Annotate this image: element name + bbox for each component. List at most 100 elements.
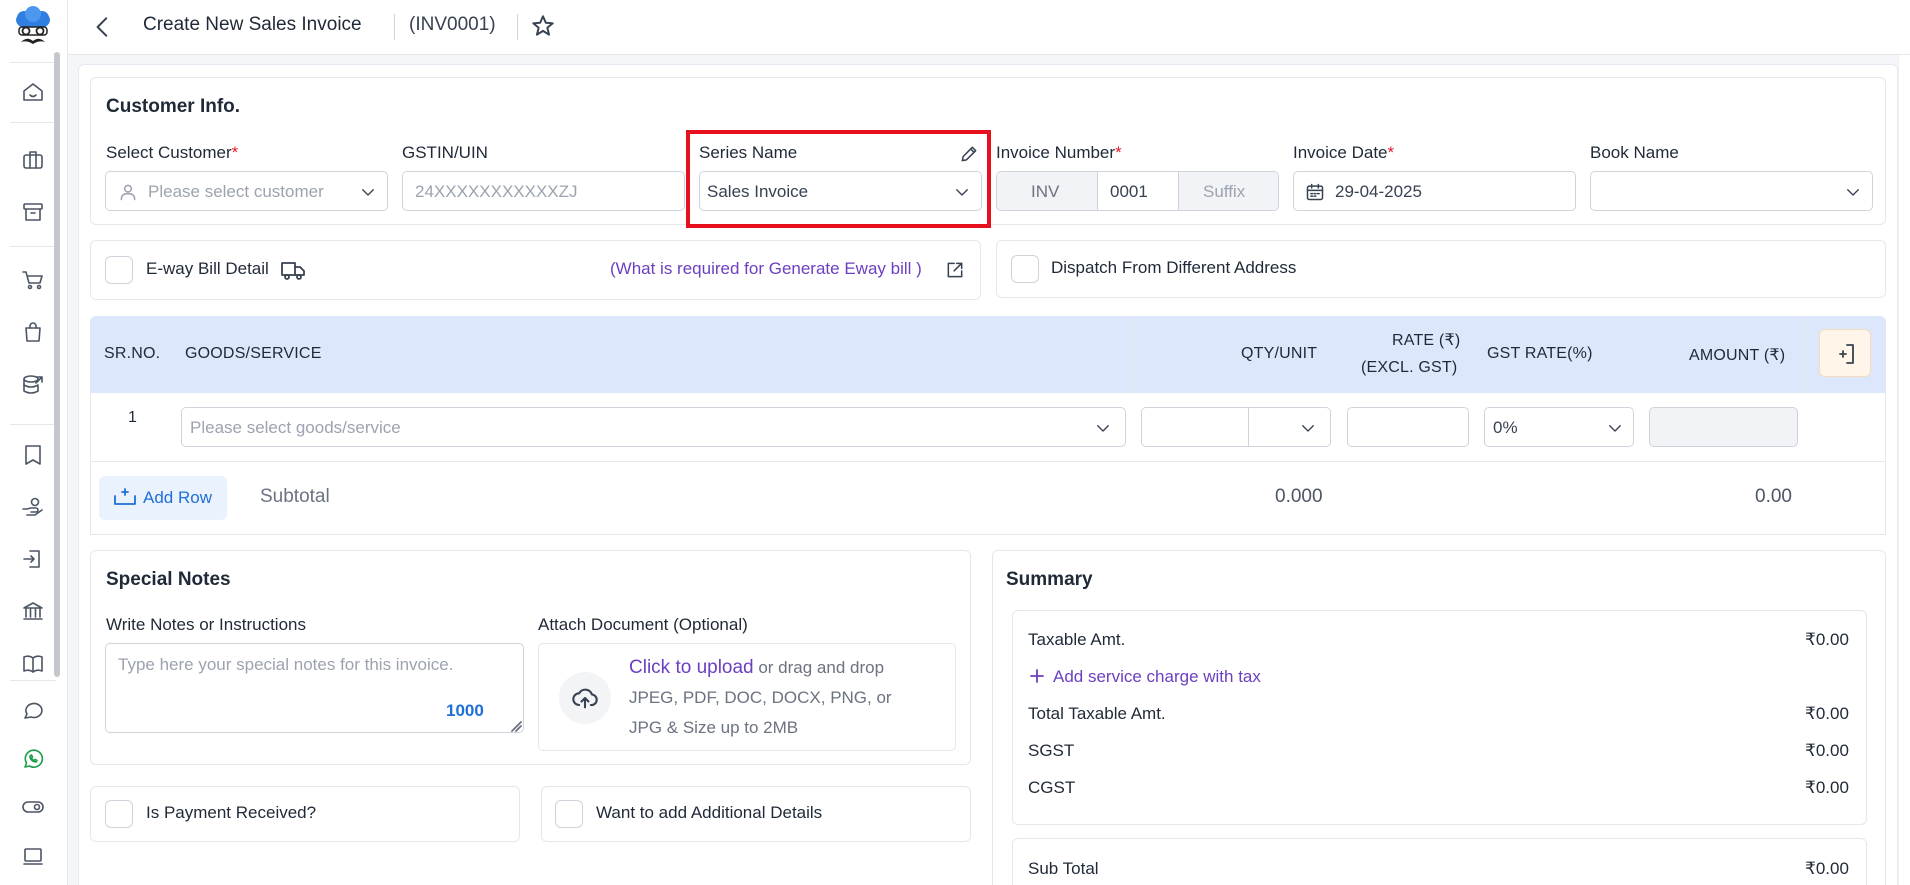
app-logo-icon[interactable]: [13, 6, 53, 52]
pencil-edit-icon[interactable]: [959, 144, 979, 164]
subtotal-label: Subtotal: [260, 486, 330, 507]
gst-rate-dropdown[interactable]: 0%: [1484, 407, 1634, 447]
resize-handle-icon[interactable]: [510, 719, 522, 732]
summary-subtotal-value: ₹0.00: [1805, 859, 1849, 878]
col-sr-no: SR.NO.: [104, 345, 161, 362]
chevron-down-icon: [1094, 419, 1112, 437]
hand-coin-icon[interactable]: [19, 493, 47, 521]
summary-heading: Summary: [1006, 569, 1093, 590]
col-rate: RATE (₹): [1392, 332, 1461, 349]
briefcase-icon[interactable]: [19, 146, 47, 174]
add-row-label: Add Row: [143, 488, 212, 507]
rail-divider: [10, 424, 56, 425]
rail-divider: [10, 246, 56, 247]
col-qty-unit: QTY/UNIT: [1241, 345, 1318, 362]
header-divider: [394, 14, 395, 40]
rail-scrollbar[interactable]: [54, 52, 60, 677]
rate-input[interactable]: [1347, 407, 1469, 447]
col-rate-excl-gst: (EXCL. GST): [1361, 359, 1458, 376]
column-settings-button[interactable]: [1819, 329, 1871, 377]
upload-hint-1: JPEG, PDF, DOC, DOCX, PNG, or: [629, 688, 892, 707]
notes-char-count: 1000: [446, 701, 484, 720]
dispatch-checkbox[interactable]: [1011, 255, 1039, 283]
select-customer-placeholder: Please select customer: [148, 182, 324, 201]
whatsapp-icon[interactable]: [19, 745, 47, 773]
total-taxable-amt-value: ₹0.00: [1805, 704, 1849, 723]
book-name-label: Book Name: [1590, 143, 1679, 162]
qty-unit-input[interactable]: [1141, 407, 1331, 447]
customer-info-heading: Customer Info.: [106, 96, 241, 117]
archive-box-icon[interactable]: [19, 198, 47, 226]
select-customer-dropdown[interactable]: Please select customer: [105, 171, 388, 211]
chevron-down-icon: [1844, 183, 1862, 201]
dispatch-label: Dispatch From Different Address: [1051, 258, 1297, 277]
payment-received-checkbox[interactable]: [105, 800, 133, 828]
invoice-code: (INV0001): [409, 14, 496, 35]
col-gst-rate: GST RATE(%): [1487, 345, 1593, 362]
invoice-number-group: INV 0001 Suffix: [996, 171, 1279, 211]
user-icon: [118, 182, 138, 202]
rail-divider: [10, 680, 56, 681]
chevron-down-icon: [953, 183, 971, 201]
add-service-charge-link[interactable]: Add service charge with tax: [1053, 667, 1261, 687]
add-row-icon: [113, 488, 137, 508]
invoice-date-input[interactable]: 29-04-2025: [1293, 171, 1576, 211]
truck-icon: [280, 259, 306, 281]
notes-label: Write Notes or Instructions: [106, 615, 306, 634]
sgst-value: ₹0.00: [1805, 741, 1849, 760]
total-taxable-amt-label: Total Taxable Amt.: [1028, 704, 1166, 723]
shopping-bag-icon[interactable]: [19, 318, 47, 346]
additional-details-checkbox[interactable]: [555, 800, 583, 828]
page-title: Create New Sales Invoice: [143, 14, 362, 35]
invoice-date-label: Invoice Date*: [1293, 143, 1395, 162]
page-header: Create New Sales Invoice (INV0001): [68, 0, 1910, 55]
unit-chevron-down-icon[interactable]: [1299, 419, 1317, 437]
page-scrollbar[interactable]: [1898, 55, 1910, 885]
star-icon[interactable]: [530, 13, 556, 39]
attach-document-label: Attach Document (Optional): [538, 615, 748, 634]
row-sr-no: 1: [128, 409, 137, 426]
back-arrow-icon[interactable]: [90, 14, 116, 40]
gstin-input[interactable]: 24XXXXXXXXXXXZJ: [402, 171, 685, 211]
external-link-icon[interactable]: [945, 260, 965, 280]
eway-bill-checkbox[interactable]: [105, 256, 133, 284]
monitor-icon[interactable]: [19, 843, 47, 871]
goods-service-placeholder: Please select goods/service: [190, 418, 401, 437]
exit-document-icon[interactable]: [19, 545, 47, 573]
calendar-icon: [1305, 182, 1325, 202]
click-to-upload-link[interactable]: Click to upload: [629, 657, 754, 678]
taxable-amt-value: ₹0.00: [1805, 630, 1849, 649]
cart-icon[interactable]: [19, 266, 47, 294]
invoice-date-value: 29-04-2025: [1335, 182, 1422, 201]
book-name-dropdown[interactable]: [1590, 171, 1873, 211]
taxable-amt-label: Taxable Amt.: [1028, 630, 1126, 649]
invoice-suffix-placeholder: Suffix: [1203, 182, 1246, 201]
series-name-dropdown[interactable]: Sales Invoice: [699, 171, 982, 211]
chevron-down-icon: [359, 183, 377, 201]
upload-dropzone[interactable]: Click to upload or drag and drop JPEG, P…: [538, 643, 956, 751]
subtotal-amount: 0.00: [1755, 486, 1792, 507]
notes-placeholder: Type here your special notes for this in…: [118, 655, 454, 674]
sgst-label: SGST: [1028, 741, 1075, 760]
notes-textarea[interactable]: Type here your special notes for this in…: [105, 643, 524, 733]
eway-requirements-link[interactable]: (What is required for Generate Eway bill…: [610, 259, 922, 279]
additional-details-label: Want to add Additional Details: [596, 803, 823, 822]
invoice-number-input[interactable]: 0001: [1110, 182, 1148, 202]
add-row-button[interactable]: Add Row: [99, 476, 227, 520]
chat-bubble-icon[interactable]: [19, 697, 47, 725]
plus-icon[interactable]: [1029, 668, 1045, 684]
cgst-label: CGST: [1028, 778, 1076, 797]
bank-icon[interactable]: [19, 597, 47, 625]
database-export-icon[interactable]: [19, 371, 47, 399]
book-open-icon[interactable]: [19, 650, 47, 678]
home-icon[interactable]: [19, 78, 47, 106]
gst-rate-value: 0%: [1493, 418, 1518, 437]
goods-service-dropdown[interactable]: Please select goods/service: [181, 407, 1126, 447]
rail-divider: [10, 122, 56, 123]
chevron-down-icon: [1606, 419, 1624, 437]
rail-divider: [10, 62, 56, 63]
upload-icon-circle: [559, 672, 611, 724]
upload-hint-2: JPG & Size up to 2MB: [629, 718, 799, 737]
toggle-icon[interactable]: [19, 793, 47, 821]
receipt-icon[interactable]: [19, 441, 47, 469]
